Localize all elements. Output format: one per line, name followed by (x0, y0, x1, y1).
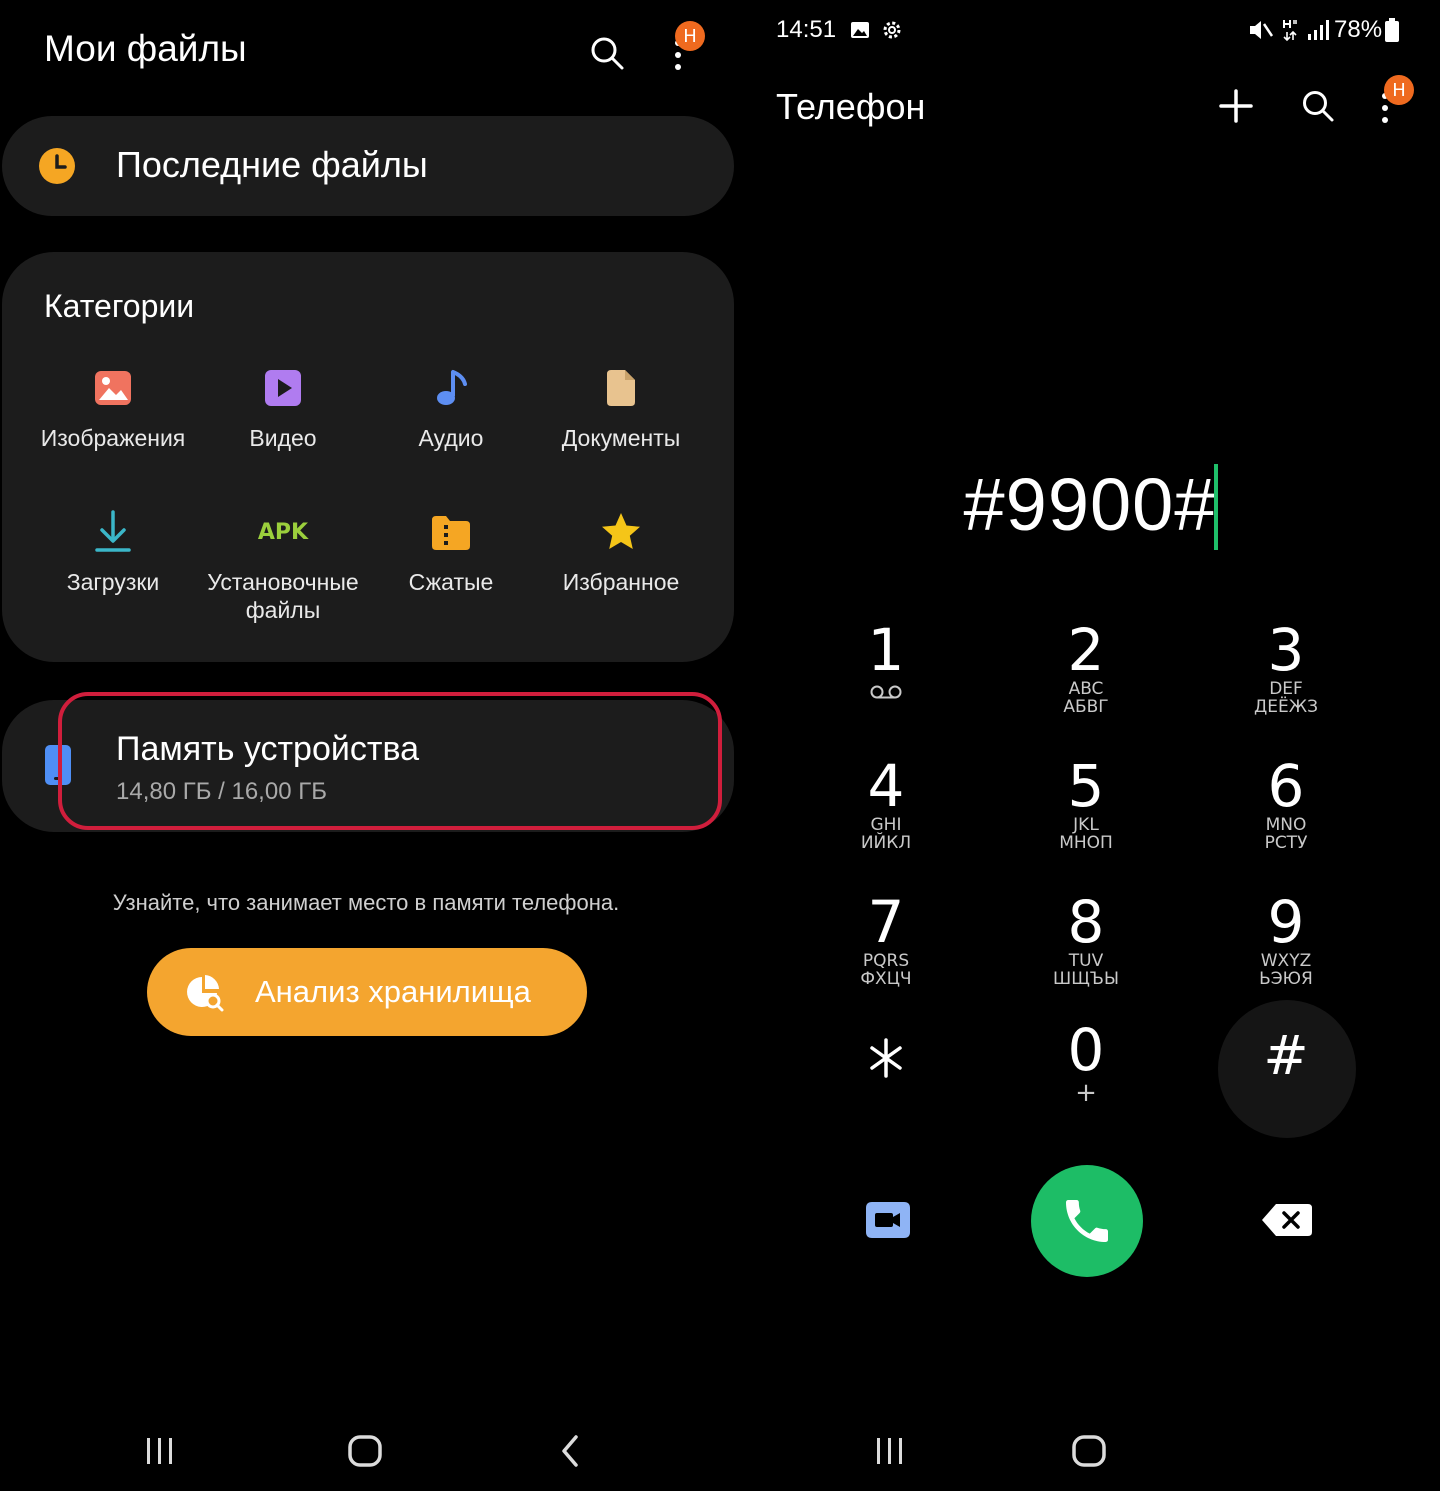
category-label: Сжатые (408, 569, 494, 595)
category-label: Видео (249, 425, 317, 451)
category-label: Документы (561, 425, 681, 451)
recent-files-card[interactable]: Последние файлы (2, 116, 734, 216)
storage-highlight-frame (58, 692, 722, 830)
dial-key-2[interactable]: 2 ABC АБВГ (1016, 620, 1156, 740)
phone-app-title: Телефон (776, 86, 926, 127)
apk-icon: APK (257, 519, 309, 545)
category-favorites[interactable]: Избранное (536, 510, 706, 596)
network-type-icon (1283, 20, 1297, 42)
dial-key-hash[interactable]: # (1216, 1026, 1356, 1146)
dial-key-7[interactable]: 7 PQRS ФХЦЧ (816, 892, 956, 1012)
video-call-icon (866, 1202, 910, 1238)
dial-key-8[interactable]: 8 TUV ШЩЪЫ (1016, 892, 1156, 1012)
recent-files-label: Последние файлы (116, 144, 428, 185)
call-button[interactable] (1031, 1165, 1143, 1277)
back-icon (562, 1435, 578, 1467)
storage-hint-text: Узнайте, что занимает место в памяти тел… (112, 890, 620, 915)
phone-handset-icon (1066, 1200, 1108, 1242)
home-button[interactable] (340, 1428, 390, 1474)
home-icon (348, 1435, 382, 1467)
recent-apps-icon (147, 1438, 172, 1464)
dial-key-5[interactable]: 5 JKL МНОП (1016, 756, 1156, 876)
star-icon (599, 510, 643, 554)
search-button[interactable] (584, 30, 630, 76)
home-button[interactable] (1064, 1428, 1114, 1474)
category-audio[interactable]: Аудио (366, 366, 536, 452)
analyze-storage-button[interactable]: Анализ хранилища (147, 948, 587, 1036)
category-label: Аудио (418, 425, 484, 451)
recent-apps-icon (877, 1438, 902, 1464)
archive-icon (429, 510, 473, 554)
home-icon (1072, 1435, 1106, 1467)
category-label: Избранное (562, 569, 680, 595)
storage-analysis-icon (187, 975, 224, 1012)
download-icon (91, 510, 135, 554)
dial-key-star[interactable] (816, 1028, 956, 1148)
dial-key-0[interactable]: 0 + (1016, 1020, 1156, 1140)
dial-key-4[interactable]: 4 GHI ИЙКЛ (816, 756, 956, 876)
category-downloads[interactable]: Загрузки (28, 510, 198, 596)
image-icon (91, 366, 135, 410)
category-label: Установочные файлы (207, 569, 359, 623)
phone-app-panel: 14:51 78% Телефон Н #9900# 1 2 ABC АБВГ … (740, 0, 1440, 1491)
voicemail-icon (870, 685, 902, 699)
backspace-icon (1262, 1204, 1312, 1236)
category-label: Загрузки (66, 569, 160, 595)
back-button[interactable] (550, 1428, 590, 1474)
category-compressed[interactable]: Сжатые (366, 510, 536, 596)
signal-icon (1308, 20, 1329, 40)
category-video[interactable]: Видео (198, 366, 368, 452)
dial-key-3[interactable]: 3 DEF ДЕЁЖЗ (1216, 620, 1356, 740)
backspace-button[interactable] (1258, 1196, 1316, 1244)
dialed-number-field[interactable]: #9900# (740, 462, 1440, 547)
add-contact-button[interactable] (1214, 84, 1258, 128)
files-app-title: Мои файлы (44, 28, 247, 69)
category-documents[interactable]: Документы (536, 366, 706, 452)
files-app-panel: Мои файлы Н Последние файлы Категории Из… (0, 0, 740, 1491)
video-icon (261, 366, 305, 410)
phone-search-button[interactable] (1296, 84, 1340, 128)
audio-icon (429, 366, 473, 410)
settings-notification-icon (883, 21, 901, 39)
search-icon (1303, 91, 1334, 122)
dial-key-1[interactable]: 1 (816, 620, 956, 740)
document-icon (599, 366, 643, 410)
battery-icon (1385, 18, 1399, 42)
dial-key-9[interactable]: 9 WXYZ ЬЭЮЯ (1216, 892, 1356, 1012)
video-call-button[interactable] (858, 1190, 918, 1250)
categories-card: Категории Изображения Видео Аудио Докуме… (2, 252, 734, 662)
search-icon (591, 37, 624, 70)
plus-icon (1219, 89, 1253, 123)
gallery-notification-icon (851, 22, 869, 38)
mute-icon (1250, 21, 1274, 39)
battery-percentage: 78% (1334, 16, 1383, 43)
categories-heading: Категории (44, 288, 195, 324)
clock-icon (39, 148, 75, 184)
status-time: 14:51 (776, 16, 837, 43)
category-images[interactable]: Изображения (28, 366, 198, 452)
category-installation-files[interactable]: APK Установочные файлы (198, 510, 368, 624)
dial-key-6[interactable]: 6 MNO РСТУ (1216, 756, 1356, 876)
notification-badge: Н (675, 21, 705, 51)
category-label: Изображения (40, 425, 186, 451)
recent-apps-button[interactable] (870, 1428, 910, 1474)
notification-badge: Н (1384, 75, 1414, 105)
text-cursor (1214, 464, 1218, 550)
asterisk-icon (870, 1038, 902, 1078)
analyze-storage-label: Анализ хранилища (255, 974, 531, 1009)
recent-apps-button[interactable] (140, 1428, 180, 1474)
